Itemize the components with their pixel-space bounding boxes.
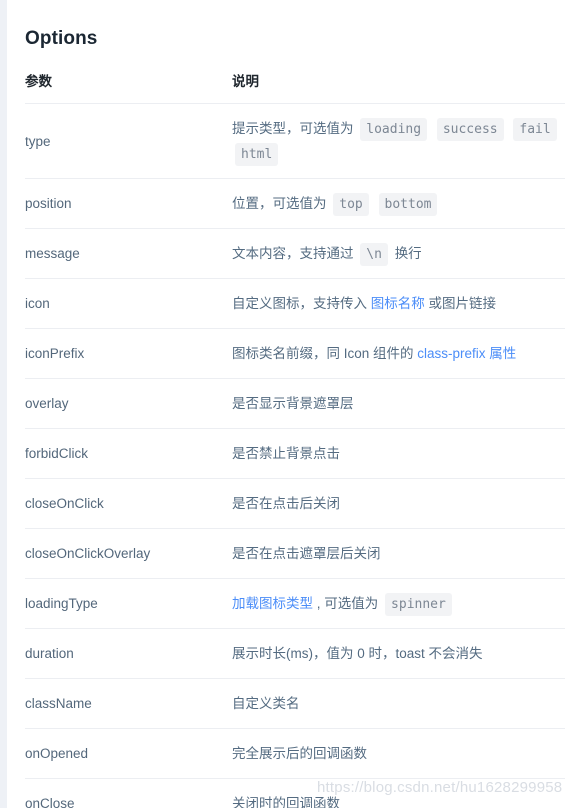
description-text: 文本内容，支持通过 — [232, 246, 354, 261]
table-head: 参数 说明 — [25, 70, 565, 104]
description-text: 换行 — [394, 246, 422, 261]
description-text: 提示类型，可选值为 — [232, 121, 354, 136]
param-name-cell: closeOnClickOverlay — [25, 528, 232, 579]
description-text: 完全展示后的回调函数 — [232, 746, 367, 761]
param-name-cell: icon — [25, 278, 232, 329]
param-name-cell: position — [25, 178, 232, 229]
page-title: Options — [25, 28, 98, 49]
table-header-row: 参数 说明 — [25, 70, 565, 104]
doc-link[interactable]: class-prefix 属性 — [417, 346, 516, 361]
param-name-cell: loadingType — [25, 578, 232, 629]
param-description-cell: 位置，可选值为 top bottom — [232, 178, 565, 229]
param-name-cell: iconPrefix — [25, 328, 232, 379]
content-inner: Options 参数 说明 type 提示类型，可选值为 loading succ… — [7, 0, 565, 808]
param-name-cell: message — [25, 228, 232, 279]
description-text: 是否在点击后关闭 — [232, 496, 340, 511]
table-row: loadingType 加载图标类型 , 可选值为 spinner — [25, 578, 565, 629]
description-text: 图标类名前缀，同 Icon 组件的 — [232, 346, 414, 361]
options-table: 参数 说明 type 提示类型，可选值为 loading success fail… — [25, 70, 565, 808]
param-description-cell: 是否显示背景遮罩层 — [232, 378, 565, 429]
table-row: overlay 是否显示背景遮罩层 — [25, 378, 565, 429]
code-chip: bottom — [378, 193, 438, 216]
table-row: message 文本内容，支持通过 \n 换行 — [25, 228, 565, 279]
description-text: 展示时长(ms)，值为 0 时，toast 不会消失 — [232, 646, 483, 661]
table-body: type 提示类型，可选值为 loading success fail html p… — [25, 103, 565, 808]
table-row: position 位置，可选值为 top bottom — [25, 178, 565, 229]
description-text: 或图片链接 — [428, 296, 497, 311]
code-chip: success — [436, 118, 504, 141]
code-chip: \n — [360, 243, 388, 266]
content-panel: Options 参数 说明 type 提示类型，可选值为 loading succ… — [7, 0, 565, 808]
description-text: , 可选值为 — [316, 596, 379, 611]
table-row: iconPrefix 图标类名前缀，同 Icon 组件的 class-prefix… — [25, 328, 565, 379]
table-row: closeOnClickOverlay 是否在点击遮罩层后关闭 — [25, 528, 565, 579]
param-description-cell: 关闭时的回调函数 — [232, 778, 565, 808]
code-chip: fail — [513, 118, 557, 141]
param-name-cell: type — [25, 103, 232, 179]
param-description-cell: 完全展示后的回调函数 — [232, 728, 565, 779]
param-description-cell: 是否在点击遮罩层后关闭 — [232, 528, 565, 579]
param-description-cell: 自定义类名 — [232, 678, 565, 729]
description-text: 位置，可选值为 — [232, 196, 327, 211]
table-row: forbidClick 是否禁止背景点击 — [25, 428, 565, 479]
column-header-param: 参数 — [25, 70, 232, 104]
param-name-cell: overlay — [25, 378, 232, 429]
description-text: 是否在点击遮罩层后关闭 — [232, 546, 381, 561]
description-text: 自定义类名 — [232, 696, 300, 711]
param-description-cell: 展示时长(ms)，值为 0 时，toast 不会消失 — [232, 628, 565, 679]
param-description-cell: 加载图标类型 , 可选值为 spinner — [232, 578, 565, 629]
code-chip: spinner — [385, 593, 452, 616]
code-chip: loading — [360, 118, 428, 141]
code-chip: top — [333, 193, 369, 216]
param-name-cell: onClose — [25, 778, 232, 808]
table-row: type 提示类型，可选值为 loading success fail html — [25, 103, 565, 179]
description-text: 关闭时的回调函数 — [232, 796, 340, 808]
table-row: icon 自定义图标，支持传入 图标名称 或图片链接 — [25, 278, 565, 329]
param-description-cell: 是否在点击后关闭 — [232, 478, 565, 529]
param-description-cell: 是否禁止背景点击 — [232, 428, 565, 479]
param-description-cell: 自定义图标，支持传入 图标名称 或图片链接 — [232, 278, 565, 329]
param-name-cell: closeOnClick — [25, 478, 232, 529]
param-name-cell: onOpened — [25, 728, 232, 779]
param-description-cell: 提示类型，可选值为 loading success fail html — [232, 103, 565, 179]
param-description-cell: 文本内容，支持通过 \n 换行 — [232, 228, 565, 279]
param-name-cell: className — [25, 678, 232, 729]
table-row: onOpened 完全展示后的回调函数 — [25, 728, 565, 779]
doc-link[interactable]: 加载图标类型 — [232, 596, 313, 611]
table-row: className 自定义类名 — [25, 678, 565, 729]
table-row: duration 展示时长(ms)，值为 0 时，toast 不会消失 — [25, 628, 565, 679]
doc-link[interactable]: 图标名称 — [371, 296, 425, 311]
table-row: onClose 关闭时的回调函数 — [25, 778, 565, 808]
code-chip: html — [235, 143, 279, 166]
param-name-cell: duration — [25, 628, 232, 679]
param-description-cell: 图标类名前缀，同 Icon 组件的 class-prefix 属性 — [232, 328, 565, 379]
description-text: 是否显示背景遮罩层 — [232, 396, 354, 411]
table-row: closeOnClick 是否在点击后关闭 — [25, 478, 565, 529]
description-text: 是否禁止背景点击 — [232, 446, 340, 461]
column-header-description: 说明 — [232, 70, 565, 104]
description-text: 自定义图标，支持传入 — [232, 296, 367, 311]
param-name-cell: forbidClick — [25, 428, 232, 479]
